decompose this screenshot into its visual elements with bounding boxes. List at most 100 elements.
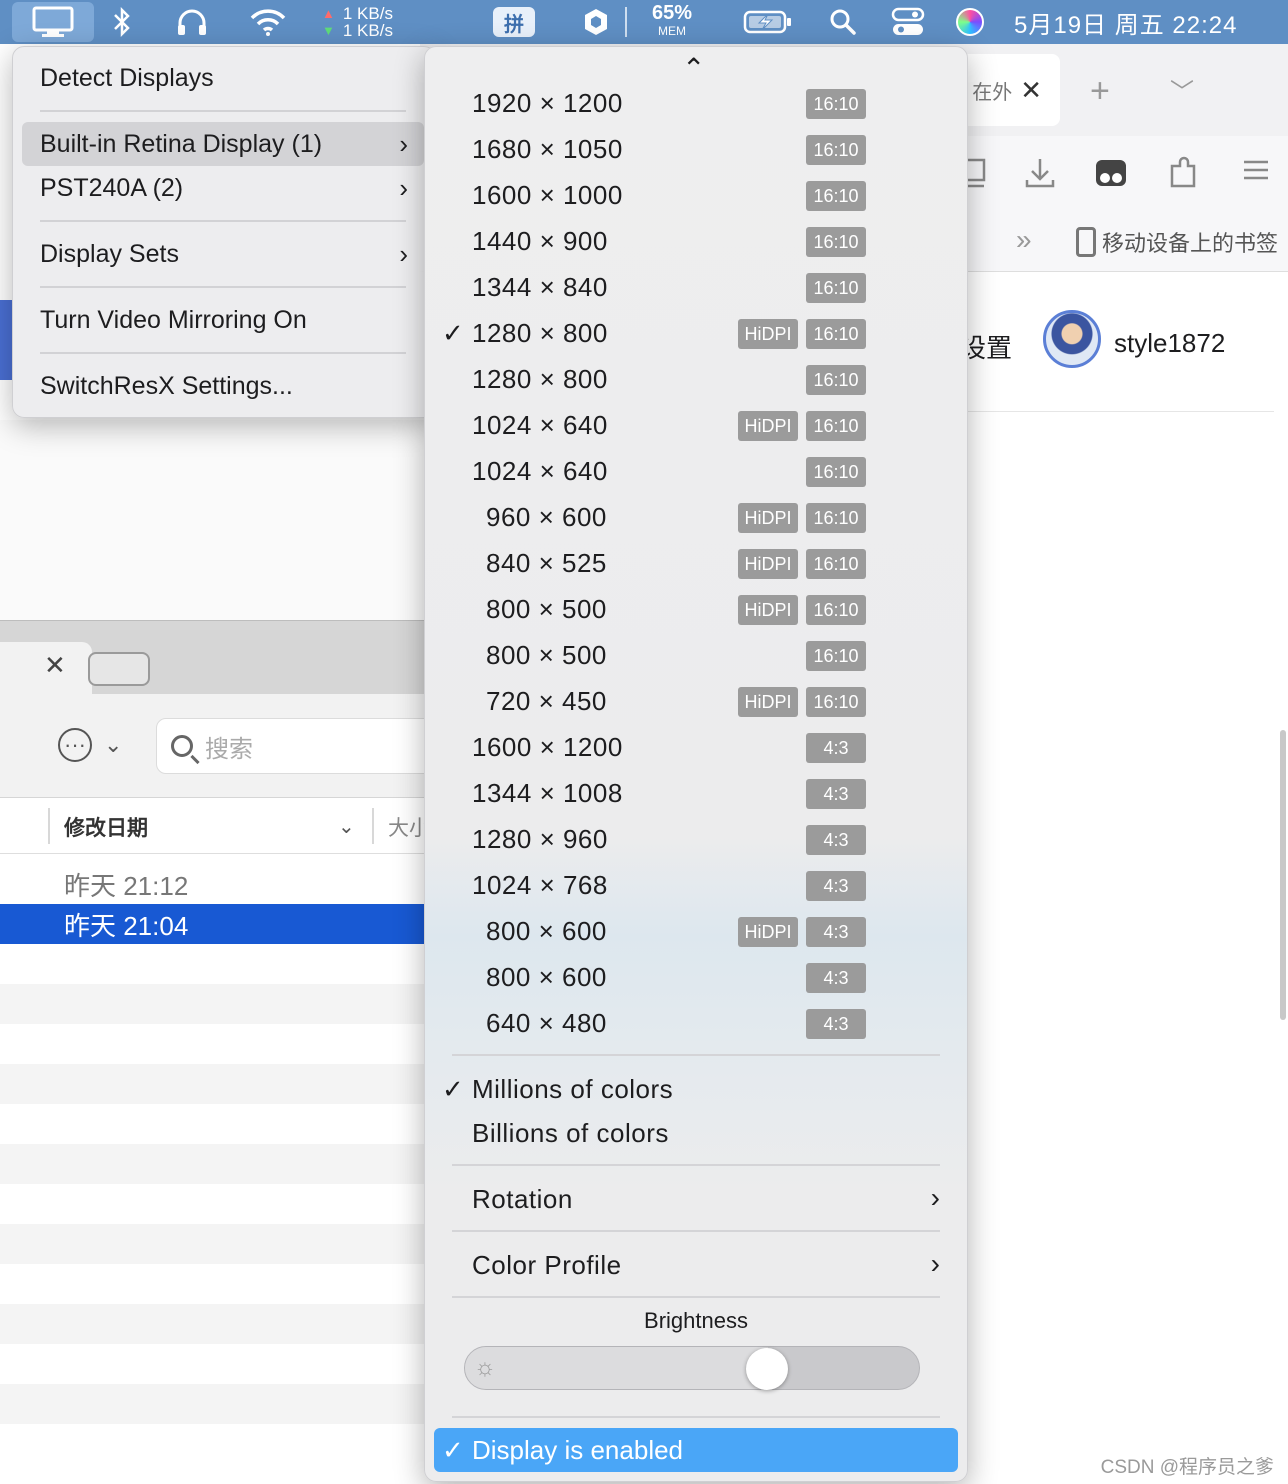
aspect-ratio-badge: 4:3 <box>806 917 866 947</box>
resolution-item[interactable]: 1024 × 768 4:3 <box>424 862 968 908</box>
rotation-item[interactable]: Rotation › <box>424 1176 968 1222</box>
resolution-item[interactable]: 1024 × 640 16:10 <box>424 448 968 494</box>
control-center-icon[interactable] <box>886 0 930 44</box>
close-icon[interactable]: ✕ <box>44 650 66 681</box>
resolution-item[interactable]: 800 × 500 16:10 <box>424 632 968 678</box>
detect-displays-item[interactable]: Detect Displays <box>22 56 424 100</box>
resolution-item[interactable]: 720 × 450 HiDPI 16:10 <box>424 678 968 724</box>
resolution-item[interactable]: ✓ 1280 × 800 HiDPI 16:10 <box>424 310 968 356</box>
input-method-icon[interactable]: 拼 <box>492 0 536 44</box>
external-display-item[interactable]: PST240A (2) › <box>22 166 424 210</box>
column-date-modified[interactable]: 修改日期 <box>64 812 148 842</box>
double-chevron-icon[interactable]: » <box>1016 224 1032 256</box>
display-sets-item[interactable]: Display Sets › <box>22 232 424 276</box>
switchresx-settings-item[interactable]: SwitchResX Settings... <box>22 364 424 408</box>
resolution-label: 1344 × 840 <box>472 272 608 302</box>
aspect-ratio-badge: 4:3 <box>806 1009 866 1039</box>
resolution-label: 840 × 525 <box>486 548 607 578</box>
aspect-ratio-badge: 16:10 <box>806 89 866 119</box>
download-arrow-icon: ▼ <box>322 23 335 38</box>
aspect-ratio-badge: 16:10 <box>806 135 866 165</box>
menu-separator <box>452 1230 940 1232</box>
bluetooth-icon[interactable] <box>106 0 138 44</box>
siri-icon[interactable] <box>952 0 988 44</box>
resolution-item[interactable]: 1600 × 1200 4:3 <box>424 724 968 770</box>
resolution-label: 1280 × 800 <box>472 318 608 348</box>
resolution-label: 800 × 500 <box>486 640 607 670</box>
resolution-item[interactable]: 1680 × 1050 16:10 <box>424 126 968 172</box>
new-tab-icon[interactable]: + <box>1090 72 1110 111</box>
video-mirroring-item[interactable]: Turn Video Mirroring On <box>22 298 424 342</box>
millions-colors-item[interactable]: ✓ Millions of colors <box>424 1066 968 1112</box>
aspect-ratio-badge: 16:10 <box>806 595 866 625</box>
resolution-item[interactable]: 1024 × 640 HiDPI 16:10 <box>424 402 968 448</box>
chevron-right-icon: › <box>930 1248 940 1279</box>
column-divider[interactable] <box>372 808 374 844</box>
color-profile-item[interactable]: Color Profile › <box>424 1242 968 1288</box>
display-enabled-item[interactable]: ✓ Display is enabled <box>434 1428 958 1472</box>
search-input[interactable]: 搜索 <box>156 718 436 774</box>
wifi-icon[interactable] <box>246 0 290 44</box>
rotation-label: Rotation <box>472 1184 573 1214</box>
search-icon[interactable] <box>826 0 860 44</box>
empty-row <box>0 1144 430 1184</box>
builtin-display-item[interactable]: Built-in Retina Display (1) › <box>22 122 424 166</box>
table-row[interactable]: 昨天 21:12 <box>0 864 430 904</box>
resolution-item[interactable]: 1344 × 840 16:10 <box>424 264 968 310</box>
brightness-knob[interactable] <box>745 1348 788 1390</box>
upload-arrow-icon: ▲ <box>322 6 335 21</box>
resolution-item[interactable]: 800 × 600 4:3 <box>424 954 968 1000</box>
battery-icon[interactable] <box>742 0 794 44</box>
headphones-icon[interactable] <box>172 0 212 44</box>
resolution-item[interactable]: 640 × 480 4:3 <box>424 1000 968 1046</box>
column-divider[interactable] <box>48 808 50 844</box>
resolution-item[interactable]: 1920 × 1200 16:10 <box>424 80 968 126</box>
menu-icon[interactable] <box>1242 156 1270 191</box>
finder-content-top <box>0 420 430 620</box>
resolution-item[interactable]: 1440 × 900 16:10 <box>424 218 968 264</box>
chevron-down-icon[interactable]: ﹀ <box>1170 72 1194 107</box>
empty-row <box>0 1384 430 1424</box>
new-tab-button[interactable] <box>88 652 150 686</box>
extension-icon[interactable] <box>1094 156 1128 197</box>
username[interactable]: style1872 <box>1114 328 1225 359</box>
video-mirroring-label: Turn Video Mirroring On <box>40 305 307 334</box>
aspect-ratio-badge: 4:3 <box>806 963 866 993</box>
mobile-bookmarks-label: 移动设备上的书签 <box>1102 231 1279 256</box>
billions-colors-item[interactable]: Billions of colors <box>424 1110 968 1156</box>
display-icon[interactable] <box>12 2 94 42</box>
close-icon[interactable]: ✕ <box>1020 75 1042 106</box>
chevron-down-icon[interactable]: ⌄ <box>104 732 122 758</box>
resolution-item[interactable]: 1280 × 960 4:3 <box>424 816 968 862</box>
download-icon[interactable] <box>1024 156 1056 197</box>
menu-separator <box>452 1164 940 1166</box>
memory-indicator[interactable]: 65% MEM <box>644 0 700 44</box>
menubar-clock[interactable]: 5月19日 周五 22:24 <box>1014 0 1276 44</box>
table-row-selected[interactable]: 昨天 21:04 <box>0 904 430 944</box>
resolution-label: 640 × 480 <box>486 1008 607 1038</box>
aspect-ratio-badge: 16:10 <box>806 227 866 257</box>
more-icon[interactable]: ··· <box>58 728 92 762</box>
aspect-ratio-badge: 16:10 <box>806 273 866 303</box>
brightness-fill <box>465 1347 768 1389</box>
sort-chevron-icon[interactable]: ⌄ <box>338 814 355 839</box>
resolution-item[interactable]: 800 × 600 HiDPI 4:3 <box>424 908 968 954</box>
brightness-slider[interactable] <box>464 1346 920 1390</box>
puzzle-icon[interactable] <box>1168 156 1200 197</box>
checkmark-icon: ✓ <box>442 1074 464 1104</box>
resolution-item[interactable]: 840 × 525 HiDPI 16:10 <box>424 540 968 586</box>
mobile-bookmarks[interactable]: 移动设备上的书签 <box>1076 226 1278 258</box>
empty-row <box>0 1184 430 1224</box>
resolution-item[interactable]: 960 × 600 HiDPI 16:10 <box>424 494 968 540</box>
resolution-item[interactable]: 800 × 500 HiDPI 16:10 <box>424 586 968 632</box>
menu-separator <box>452 1416 940 1418</box>
resolution-item[interactable]: 1600 × 1000 16:10 <box>424 172 968 218</box>
menu-bar: ▲ 1 KB/s ▼ 1 KB/s 拼 65% MEM 5月19日 周五 22:24 <box>0 0 1288 44</box>
resolution-label: 1680 × 1050 <box>472 134 623 164</box>
scrollbar[interactable] <box>1280 730 1286 1020</box>
avatar[interactable] <box>1043 310 1101 368</box>
resolution-item[interactable]: 1344 × 1008 4:3 <box>424 770 968 816</box>
resolution-label: 1024 × 640 <box>472 456 608 486</box>
resolution-item[interactable]: 1280 × 800 16:10 <box>424 356 968 402</box>
shield-icon[interactable] <box>580 0 612 44</box>
